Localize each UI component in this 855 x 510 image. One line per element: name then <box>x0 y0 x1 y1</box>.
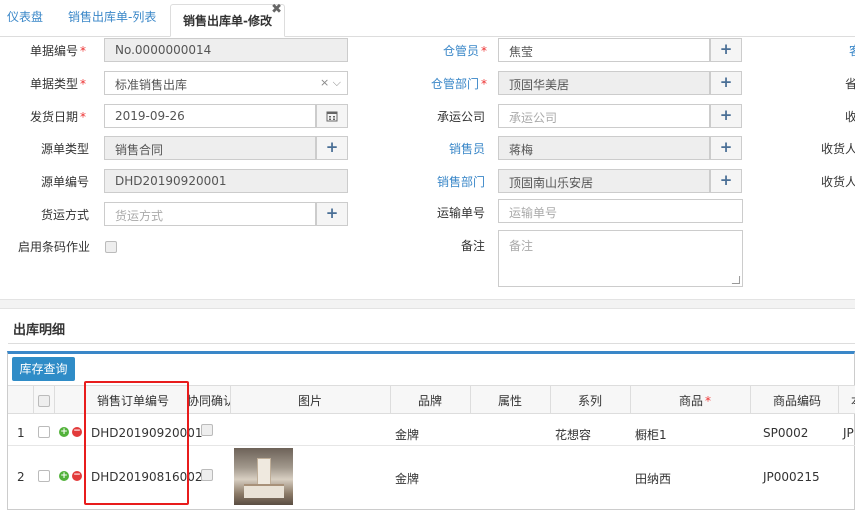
remark-placeholder: 备注 <box>509 239 534 253</box>
collab-confirm-checkbox[interactable] <box>201 424 213 436</box>
right-label-1: 客 <box>849 42 855 59</box>
ship-date-field[interactable]: 2019-09-26 <box>104 104 316 128</box>
tab-bar: 仪表盘 销售出库单-列表 销售出库单-修改 ✖ <box>0 0 855 37</box>
right-label-5: 收货人 <box>821 175 855 189</box>
barcode-checkbox[interactable] <box>105 241 117 253</box>
right-label-4: 收货人 <box>821 142 855 156</box>
resize-handle-icon[interactable] <box>731 276 741 284</box>
sales-dept-field[interactable]: 顶固南山乐安居 <box>498 169 710 193</box>
sales-dept-label: 销售部门 <box>437 175 486 189</box>
brand-cell[interactable]: 金牌 <box>395 426 419 443</box>
doc-type-label: 单据类型 * <box>30 77 87 91</box>
delete-row-icon[interactable]: − <box>72 427 82 437</box>
carrier-field[interactable]: 承运公司 <box>498 104 710 128</box>
source-type-field[interactable]: 销售合同 <box>104 136 316 160</box>
carrier-add-button[interactable]: + <box>710 104 742 128</box>
tracking-no-label: 运输单号 <box>437 206 486 220</box>
section-underline <box>8 343 855 344</box>
delete-row-icon[interactable]: − <box>72 471 82 481</box>
source-no-label: 源单编号 <box>41 175 90 189</box>
col-sep <box>33 385 34 414</box>
thumb-door <box>257 458 271 486</box>
select-all-checkbox[interactable] <box>38 395 50 407</box>
salesman-label: 销售员 <box>449 142 486 156</box>
product-cell[interactable]: 橱柜1 <box>635 426 667 443</box>
product-code-cell[interactable]: JP000215 <box>763 470 820 484</box>
keeper-add-button[interactable]: + <box>710 38 742 62</box>
col-sep <box>390 385 391 414</box>
header-attribute[interactable]: 属性 <box>498 392 522 409</box>
freight-method-field[interactable]: 货运方式 <box>104 202 316 226</box>
header-collab-confirm[interactable]: 协同确认 <box>187 392 230 409</box>
series-cell[interactable]: 花想容 <box>555 426 591 443</box>
product-code-cell[interactable]: SP0002 <box>763 426 808 440</box>
barcode-label: 启用条码作业 <box>18 240 91 254</box>
product-image[interactable] <box>234 448 293 505</box>
tab-sales-outbound-list[interactable]: 销售出库单-列表 <box>68 8 156 25</box>
right-label-2: 省 <box>845 77 855 91</box>
calendar-icon <box>326 111 338 122</box>
tracking-no-field[interactable]: 运输单号 <box>498 199 743 223</box>
row-checkbox[interactable] <box>38 470 50 482</box>
tab-label: 销售出库单-修改 <box>183 14 272 28</box>
col-sep <box>54 385 55 414</box>
header-more[interactable]: 本 <box>851 392 855 409</box>
col-sep <box>838 385 839 414</box>
header-brand[interactable]: 品牌 <box>418 392 442 409</box>
salesman-add-button[interactable]: + <box>710 136 742 160</box>
right-label-3: 收 <box>845 110 855 124</box>
doc-type-select[interactable]: 标准销售出库 × ⌵ <box>104 71 348 95</box>
col-sep <box>470 385 471 414</box>
add-row-icon[interactable]: + <box>59 471 69 481</box>
sales-dept-add-button[interactable]: + <box>710 169 742 193</box>
keeper-field[interactable]: 焦莹 <box>498 38 710 62</box>
order-no-highlight-box <box>84 381 189 505</box>
extra-cell[interactable]: JP <box>843 426 854 440</box>
doc-no-field[interactable]: No.0000000014 <box>104 38 348 62</box>
close-icon[interactable]: ✖ <box>271 2 282 17</box>
add-row-icon[interactable]: + <box>59 427 69 437</box>
brand-cell[interactable]: 金牌 <box>395 470 419 487</box>
doc-no-label: 单据编号 * <box>30 44 87 58</box>
freight-method-label: 货运方式 <box>41 208 90 222</box>
col-sep <box>230 385 231 414</box>
row-number: 2 <box>17 470 25 484</box>
keeper-dept-label: 仓管部门 * <box>431 77 488 91</box>
source-no-field[interactable]: DHD20190920001 <box>104 169 348 193</box>
col-sep <box>630 385 631 414</box>
product-cell[interactable]: 田纳西 <box>635 470 671 487</box>
header-product[interactable]: 商品 * <box>679 392 711 409</box>
salesman-field[interactable]: 蒋梅 <box>498 136 710 160</box>
tab-dashboard[interactable]: 仪表盘 <box>7 8 43 25</box>
clear-dropdown-icons[interactable]: × ⌵ <box>320 76 341 90</box>
calendar-button[interactable] <box>316 104 348 128</box>
source-type-label: 源单类型 <box>41 142 90 156</box>
carrier-label: 承运公司 <box>437 110 486 124</box>
keeper-dept-add-button[interactable]: + <box>710 71 742 95</box>
collab-confirm-checkbox[interactable] <box>201 469 213 481</box>
row-checkbox[interactable] <box>38 426 50 438</box>
thumb-bed <box>244 484 284 498</box>
section-divider <box>0 299 855 309</box>
row-number: 1 <box>17 426 25 440</box>
col-sep <box>550 385 551 414</box>
remark-label: 备注 <box>461 239 486 253</box>
remark-textarea[interactable]: 备注 <box>498 230 743 287</box>
tab-sales-outbound-edit[interactable]: 销售出库单-修改 ✖ <box>170 2 285 37</box>
col-sep <box>750 385 751 414</box>
keeper-dept-field[interactable]: 顶固华美居 <box>498 71 710 95</box>
stock-query-button[interactable]: 库存查询 <box>12 357 75 381</box>
section-title: 出库明细 <box>13 323 66 338</box>
header-product-code[interactable]: 商品编码 <box>773 392 821 409</box>
ship-date-label: 发货日期 * <box>30 110 87 124</box>
keeper-label: 仓管员 * <box>443 44 488 58</box>
header-series[interactable]: 系列 <box>578 392 602 409</box>
header-image[interactable]: 图片 <box>298 392 322 409</box>
source-type-add-button[interactable]: + <box>316 136 348 160</box>
freight-method-add-button[interactable]: + <box>316 202 348 226</box>
